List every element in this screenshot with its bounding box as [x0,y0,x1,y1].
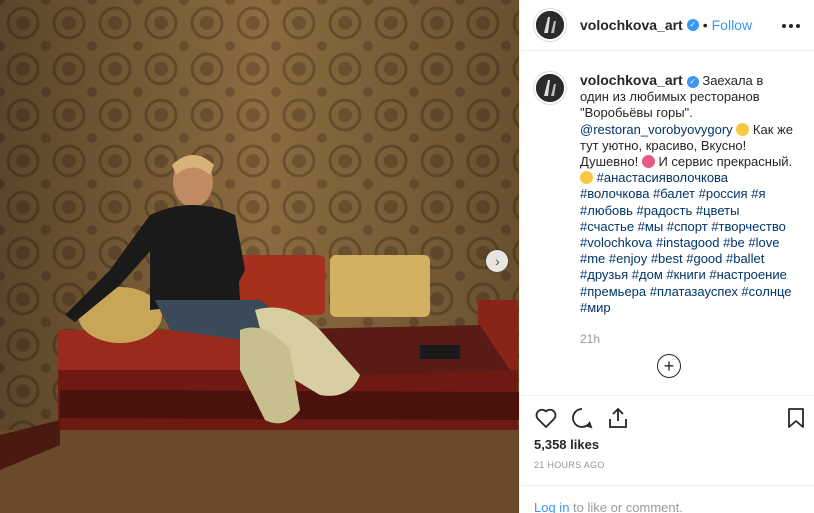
smile-emoji-icon [580,171,593,185]
login-link[interactable]: Log in [534,500,569,513]
header-username[interactable]: volochkova_art [580,17,683,33]
post-timestamp: 21 HOURS AGO [534,460,605,470]
caption-part-3: И сервис прекрасный. [658,154,793,170]
avatar-image [536,74,564,102]
login-prompt-text: to like or comment. [569,500,683,513]
avatar[interactable] [534,9,566,41]
avatar-image [536,11,564,39]
smile-emoji-icon [736,122,750,136]
post-header: volochkova_art ✓ • Follow [520,0,814,51]
login-prompt: Log in to like or comment. [520,485,814,513]
caption-avatar[interactable] [534,72,566,104]
load-more-comments-button[interactable]: + [657,354,681,378]
flower-emoji-icon [641,155,655,169]
follow-button[interactable]: Follow [712,17,752,33]
bookmark-icon[interactable] [784,406,808,430]
caption-username[interactable]: volochkova_art [580,72,683,88]
verified-badge-icon: ✓ [686,19,699,31]
heart-icon[interactable] [534,406,558,430]
caption-text: volochkova_art ✓ Заехала в один из любимы… [580,72,795,316]
caption-block: volochkova_art ✓ Заехала в один из любимы… [534,72,800,316]
more-options-icon[interactable] [782,17,800,35]
comment-icon[interactable] [570,406,594,430]
separator-dot: • [702,17,708,33]
photo-scene [0,0,519,513]
caption-time: 21h [580,332,601,346]
carousel-next-button[interactable]: › [486,250,508,272]
post-photo[interactable]: › [0,0,519,513]
share-icon[interactable] [606,406,630,430]
post-sidebar: volochkova_art ✓ • Follow volochkova_art… [519,0,814,513]
chevron-right-icon: › [495,253,500,269]
action-bar [520,395,814,441]
plus-icon: + [663,356,675,376]
mention-link[interactable]: @restoran_vorobyovygory [580,122,733,137]
likes-count[interactable]: 5,358 likes [534,437,599,452]
hashtags[interactable]: #анастасияволочкова #волочкова #балет #р… [580,170,792,315]
verified-badge-icon: ✓ [686,75,699,88]
